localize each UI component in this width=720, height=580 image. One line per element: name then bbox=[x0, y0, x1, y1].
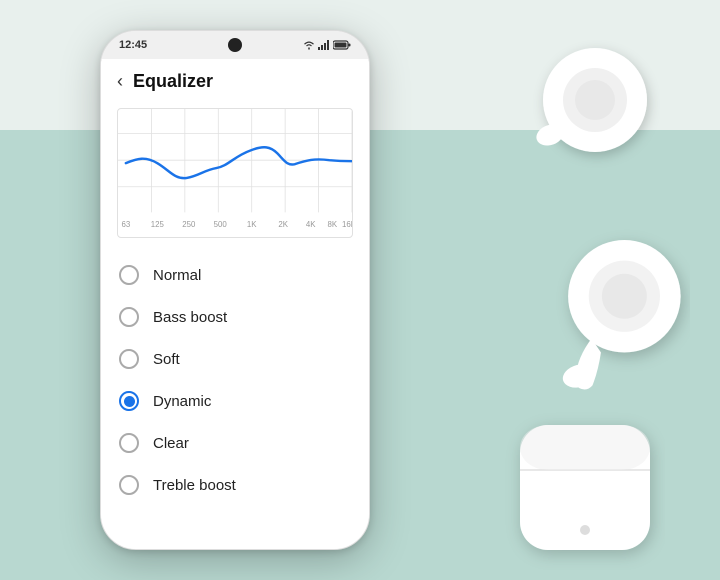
svg-text:250: 250 bbox=[182, 220, 196, 229]
radio-inner-dynamic bbox=[124, 396, 135, 407]
radio-clear[interactable] bbox=[119, 433, 139, 453]
eq-label-bass-boost: Bass boost bbox=[153, 309, 227, 326]
svg-text:4K: 4K bbox=[306, 220, 316, 229]
charging-case-svg bbox=[505, 410, 665, 570]
eq-options-list: Normal Bass boost Soft Dynamic bbox=[101, 250, 369, 510]
earbud-top-right-svg bbox=[520, 40, 660, 170]
wifi-icon bbox=[303, 40, 315, 50]
svg-text:63: 63 bbox=[121, 220, 130, 229]
radio-normal[interactable] bbox=[119, 265, 139, 285]
svg-text:2K: 2K bbox=[278, 220, 288, 229]
earbud-mid-right-svg bbox=[540, 220, 690, 410]
earbud-mid-right bbox=[540, 220, 690, 410]
phone-content: ‹ Equalizer bbox=[101, 59, 369, 549]
eq-label-clear: Clear bbox=[153, 435, 189, 452]
eq-option-treble-boost[interactable]: Treble boost bbox=[101, 464, 369, 506]
status-icons bbox=[303, 40, 351, 50]
svg-text:8K: 8K bbox=[328, 220, 338, 229]
svg-text:125: 125 bbox=[151, 220, 165, 229]
svg-text:500: 500 bbox=[214, 220, 228, 229]
front-camera bbox=[228, 38, 242, 52]
radio-bass-boost[interactable] bbox=[119, 307, 139, 327]
earbud-top-right bbox=[520, 40, 660, 170]
status-time: 12:45 bbox=[119, 39, 147, 51]
eq-chart-svg: 63 125 250 500 1K 2K 4K 8K 16K bbox=[118, 109, 352, 237]
status-bar: 12:45 bbox=[101, 31, 369, 59]
page-title: Equalizer bbox=[133, 71, 213, 92]
eq-label-soft: Soft bbox=[153, 351, 180, 368]
eq-label-normal: Normal bbox=[153, 267, 201, 284]
scene: 12:45 bbox=[0, 0, 720, 580]
eq-option-bass-boost[interactable]: Bass boost bbox=[101, 296, 369, 338]
radio-dynamic[interactable] bbox=[119, 391, 139, 411]
eq-option-normal[interactable]: Normal bbox=[101, 254, 369, 296]
eq-chart: 63 125 250 500 1K 2K 4K 8K 16K bbox=[117, 108, 353, 238]
svg-text:16K: 16K bbox=[342, 220, 352, 229]
phone: 12:45 bbox=[100, 30, 370, 550]
eq-option-dynamic[interactable]: Dynamic bbox=[101, 380, 369, 422]
radio-soft[interactable] bbox=[119, 349, 139, 369]
eq-label-dynamic: Dynamic bbox=[153, 393, 211, 410]
signal-icon bbox=[318, 40, 330, 50]
svg-text:1K: 1K bbox=[247, 220, 257, 229]
app-header: ‹ Equalizer bbox=[101, 59, 369, 100]
eq-label-treble-boost: Treble boost bbox=[153, 477, 236, 494]
charging-case bbox=[505, 410, 665, 570]
eq-option-soft[interactable]: Soft bbox=[101, 338, 369, 380]
battery-icon bbox=[333, 40, 351, 50]
radio-treble-boost[interactable] bbox=[119, 475, 139, 495]
eq-option-clear[interactable]: Clear bbox=[101, 422, 369, 464]
back-button[interactable]: ‹ bbox=[117, 71, 123, 92]
